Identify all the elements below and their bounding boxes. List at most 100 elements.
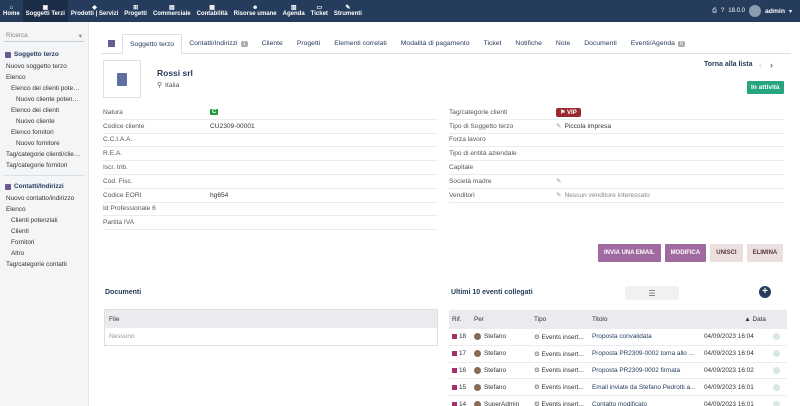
user-avatar[interactable] bbox=[748, 5, 761, 17]
delete-button[interactable]: ELIMINA bbox=[746, 244, 784, 262]
event-ref-number[interactable]: 18 bbox=[459, 333, 466, 340]
event-title[interactable]: Proposta convalidata bbox=[592, 333, 704, 340]
col-per[interactable]: Per bbox=[474, 316, 534, 323]
sidebar-link[interactable]: Nuovo fornitore bbox=[0, 138, 88, 149]
company-logo[interactable] bbox=[103, 60, 141, 98]
sidebar-link[interactable]: Tag/categorie clienti/clien... bbox=[0, 149, 88, 160]
event-row[interactable]: 17 Stefano ⚙ Events insert... Proposta PR23… bbox=[449, 346, 787, 363]
menu-item-sitemap[interactable]: ⊞ Progetti bbox=[121, 0, 150, 22]
chevron-down-icon[interactable]: ▾ bbox=[79, 32, 82, 40]
sidebar-link[interactable]: Elenco dei clienti poten... bbox=[0, 83, 88, 94]
event-ref[interactable]: 18 bbox=[449, 333, 474, 340]
event-user[interactable]: SuperAdmin bbox=[474, 400, 534, 406]
menu-item-suitcase[interactable]: ▤ Commerciale bbox=[150, 0, 194, 22]
event-user-name[interactable]: SuperAdmin bbox=[484, 401, 519, 406]
event-title[interactable]: Proposta PR2309-0002 torna allo ... bbox=[592, 350, 704, 357]
event-user[interactable]: Stefano bbox=[474, 366, 534, 374]
event-ref[interactable]: 15 bbox=[449, 384, 474, 391]
menu-item-building[interactable]: ▣ Soggetti Terzi bbox=[22, 0, 68, 22]
sidebar-link[interactable]: Nuovo contatto/indirizzo bbox=[0, 193, 88, 204]
event-ref-number[interactable]: 15 bbox=[459, 384, 466, 391]
event-row[interactable]: 18 Stefano ⚙ Events insert... Proposta conv… bbox=[449, 329, 787, 346]
merge-button[interactable]: UNISCI bbox=[710, 244, 743, 262]
event-title[interactable]: Proposta PR2309-0002 firmata bbox=[592, 367, 704, 374]
tab-note[interactable]: Note bbox=[549, 34, 577, 53]
pencil-icon[interactable]: ✎ bbox=[556, 191, 561, 199]
menu-item-home[interactable]: ⌂ Home bbox=[0, 0, 23, 22]
menu-item-cube[interactable]: ◆ Prodotti | Servizi bbox=[68, 0, 121, 22]
sidebar-link[interactable]: Nuovo soggetto terzo bbox=[0, 61, 88, 72]
send-email-button[interactable]: INVIA UNA EMAIL bbox=[598, 244, 661, 262]
sidebar-section-contatti[interactable]: Contatti/Indirizzi bbox=[0, 180, 88, 193]
tab-ticket[interactable]: Ticket bbox=[477, 34, 509, 53]
col-tipo[interactable]: Tipo bbox=[534, 316, 592, 323]
chevron-down-icon[interactable]: ▾ bbox=[789, 8, 792, 15]
event-user-name[interactable]: Stefano bbox=[484, 384, 506, 391]
tab-contatti-indirizzi[interactable]: Contatti/Indirizzi 1 bbox=[182, 34, 254, 53]
event-user-name[interactable]: Stefano bbox=[484, 333, 506, 340]
sidebar-link[interactable]: Clienti bbox=[0, 226, 88, 237]
pencil-icon[interactable]: ✎ bbox=[556, 122, 561, 130]
event-ref-number[interactable]: 16 bbox=[459, 367, 466, 374]
event-user[interactable]: Stefano bbox=[474, 383, 534, 391]
search-input[interactable]: Ricerca bbox=[6, 32, 28, 39]
sidebar-link[interactable]: Elenco fornitori bbox=[0, 127, 88, 138]
tab-documenti[interactable]: Documenti bbox=[577, 34, 624, 53]
event-user[interactable]: Stefano bbox=[474, 333, 534, 341]
event-ref-number[interactable]: 17 bbox=[459, 350, 466, 357]
event-user-name[interactable]: Stefano bbox=[484, 350, 506, 357]
sidebar-link[interactable]: Tag/categorie contatti bbox=[0, 259, 88, 270]
event-row[interactable]: 16 Stefano ⚙ Events insert... Proposta PR23… bbox=[449, 363, 787, 380]
event-user[interactable]: Stefano bbox=[474, 350, 534, 358]
tab-elementi-correlati[interactable]: Elementi correlati bbox=[327, 34, 394, 53]
sidebar-link[interactable]: Nuovo cliente potenzi... bbox=[0, 94, 88, 105]
menu-item-calculator[interactable]: ▦ Contabilità bbox=[194, 0, 231, 22]
modify-button[interactable]: MODIFICA bbox=[664, 244, 707, 262]
menu-item-user-tie[interactable]: ☻ Risorse umane bbox=[231, 0, 280, 22]
event-ref[interactable]: 17 bbox=[449, 350, 474, 357]
sidebar-link[interactable]: Fornitori bbox=[0, 237, 88, 248]
sidebar-link[interactable]: Tag/categorie fornitori bbox=[0, 160, 88, 171]
sidebar-link[interactable]: Nuovo cliente bbox=[0, 116, 88, 127]
pencil-icon[interactable]: ✎ bbox=[556, 177, 561, 185]
field-label: Codice EORI bbox=[103, 191, 142, 199]
menu-item-ticket[interactable]: ▭ Ticket bbox=[308, 0, 331, 22]
tab-modalit-di-pagamento[interactable]: Modalità di pagamento bbox=[394, 34, 477, 53]
event-title[interactable]: Contatto modificato bbox=[592, 401, 704, 406]
tab-notifiche[interactable]: Notifiche bbox=[508, 34, 548, 53]
events-title-link[interactable]: Ultimi 10 eventi collegati bbox=[451, 289, 533, 296]
event-row[interactable]: 14 SuperAdmin ⚙ Events insert... Contatto m… bbox=[449, 396, 787, 406]
event-row[interactable]: 15 Stefano ⚙ Events insert... Email inviate… bbox=[449, 379, 787, 397]
events-filter-button[interactable]: ☰ bbox=[625, 286, 679, 300]
sidebar-link[interactable]: Elenco dei clienti bbox=[0, 105, 88, 116]
tab-home[interactable] bbox=[101, 34, 122, 53]
event-user-name[interactable]: Stefano bbox=[484, 367, 506, 374]
sidebar-link[interactable]: Elenco bbox=[0, 204, 88, 215]
menu-item-wrench[interactable]: ✎ Strumenti bbox=[331, 0, 365, 22]
next-record-button[interactable]: › bbox=[770, 60, 773, 70]
tag-vip[interactable]: ⚑ VIP bbox=[556, 107, 581, 117]
event-ref-number[interactable]: 14 bbox=[459, 401, 466, 406]
add-event-button[interactable]: + bbox=[759, 286, 771, 298]
help-icon[interactable]: ? bbox=[721, 8, 724, 14]
tab-progetti[interactable]: Progetti bbox=[290, 34, 327, 53]
event-ref[interactable]: 14 bbox=[449, 401, 474, 406]
sidebar-link[interactable]: Clienti potenziali bbox=[0, 215, 88, 226]
sidebar-link[interactable]: Altro bbox=[0, 248, 88, 259]
user-name[interactable]: admin bbox=[765, 8, 785, 15]
tab-cliente[interactable]: Cliente bbox=[255, 34, 290, 53]
back-to-list-link[interactable]: Torna alla lista bbox=[704, 61, 753, 68]
col-titolo[interactable]: Titolo bbox=[592, 316, 704, 323]
sidebar-link[interactable]: Elenco bbox=[0, 72, 88, 83]
menu-item-calendar[interactable]: ▥ Agenda bbox=[280, 0, 308, 22]
event-ref[interactable]: 16 bbox=[449, 367, 474, 374]
event-title[interactable]: Email inviate da Stefano Pedrotti a... bbox=[592, 384, 704, 391]
tab-eventi-agenda[interactable]: Eventi/Agenda 6 bbox=[624, 34, 692, 53]
prev-record-button[interactable]: ‹ bbox=[759, 60, 762, 70]
col-rif[interactable]: Rif. bbox=[449, 316, 474, 323]
sidebar-search[interactable]: Ricerca ▾ bbox=[4, 30, 84, 42]
sidebar-section-soggetto[interactable]: Soggetto terzo bbox=[0, 48, 88, 61]
tab-soggetto-terzo[interactable]: Soggetto terzo bbox=[122, 34, 183, 54]
printer-icon[interactable]: ⎙ bbox=[712, 8, 717, 15]
col-data[interactable]: ▲ Data bbox=[704, 316, 766, 323]
